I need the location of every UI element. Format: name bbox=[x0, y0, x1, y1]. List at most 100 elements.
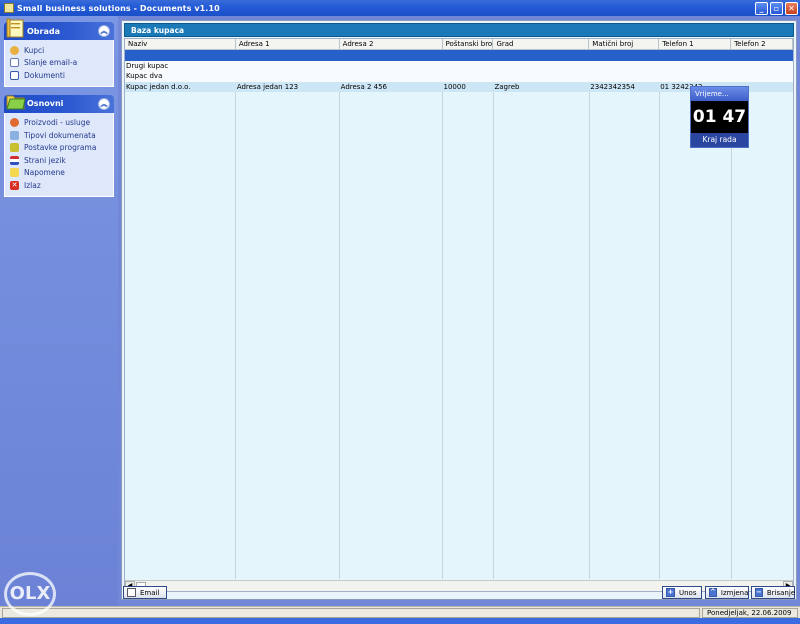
group-label: Osnovni bbox=[27, 99, 64, 108]
maximize-button[interactable]: ▫ bbox=[770, 1, 783, 15]
column-header[interactable]: Adresa 2 bbox=[340, 39, 443, 49]
sidebar-item-postavke-programa[interactable]: Postavke programa bbox=[10, 142, 109, 155]
clock-time: 01 47 bbox=[691, 101, 748, 133]
table-cell bbox=[731, 50, 793, 61]
flag-icon bbox=[10, 155, 19, 165]
sidebar: Obrada ︽ Kupci Slanje email-a Dokumenti bbox=[0, 16, 118, 606]
envelope-icon bbox=[127, 588, 136, 597]
mail-icon bbox=[10, 58, 19, 68]
sidebar-item-label: Postavke programa bbox=[24, 143, 97, 153]
sidebar-item-label: Izlaz bbox=[24, 180, 41, 190]
table-cell: Kupac jedan d.o.o. bbox=[126, 82, 191, 91]
unos-button-label: Unos bbox=[679, 588, 697, 597]
person-icon bbox=[10, 45, 19, 55]
plus-icon: + bbox=[666, 588, 675, 597]
table-cell bbox=[125, 50, 236, 61]
column-header[interactable]: Matični broj bbox=[589, 39, 660, 49]
table-cell: Kupac dva bbox=[126, 72, 163, 80]
minus-icon: − bbox=[755, 588, 763, 597]
column-header[interactable]: Adresa 1 bbox=[236, 39, 340, 49]
document-icon bbox=[10, 70, 19, 80]
watermark-logo: OLX bbox=[4, 572, 56, 616]
sidebar-item-strani-jezik[interactable]: Strani jezik bbox=[10, 154, 109, 167]
sidebar-item-slanje-email[interactable]: Slanje email-a bbox=[10, 57, 109, 70]
collapse-icon[interactable]: ︽ bbox=[98, 25, 110, 37]
note-icon bbox=[10, 168, 19, 178]
status-bar: Ponedjeljak, 22.06.2009 bbox=[0, 606, 800, 618]
table-row[interactable]: Drugi kupac bbox=[125, 60, 793, 72]
close-button[interactable]: ✕ bbox=[785, 1, 798, 15]
table-cell bbox=[493, 61, 589, 72]
brisanje-button-label: Brisanje bbox=[766, 588, 796, 597]
product-icon bbox=[10, 118, 19, 128]
table-row[interactable]: Kupac dva bbox=[125, 71, 793, 82]
grid-header: Naziv Adresa 1 Adresa 2 Poštanski broj G… bbox=[125, 39, 793, 50]
group-osnovni: Osnovni ︽ Proizvodi - usluge Tipovi doku… bbox=[4, 94, 114, 197]
table-cell bbox=[731, 71, 793, 82]
table-cell: 2342342354 bbox=[590, 82, 635, 91]
group-header-osnovni[interactable]: Osnovni ︽ bbox=[4, 94, 114, 113]
clock-title: Vrijeme... bbox=[691, 87, 748, 101]
table-cell bbox=[236, 61, 340, 72]
table-cell: Zagreb bbox=[494, 82, 520, 91]
sidebar-item-label: Dokumenti bbox=[24, 70, 65, 80]
clock-widget: Vrijeme... 01 47 Kraj rada bbox=[690, 86, 749, 148]
taskbar bbox=[0, 618, 800, 624]
collapse-icon[interactable]: ︽ bbox=[98, 97, 110, 110]
table-cell bbox=[493, 50, 589, 61]
sidebar-item-proizvodi[interactable]: Proizvodi - usluge bbox=[10, 117, 109, 130]
table-cell bbox=[589, 71, 659, 82]
unos-button[interactable]: + Unos bbox=[662, 586, 702, 599]
column-header[interactable]: Telefon 1 bbox=[659, 39, 732, 49]
table-cell: Adresa jedan 123 bbox=[236, 82, 299, 91]
table-cell bbox=[731, 61, 793, 72]
sidebar-item-label: Tipovi dokumenata bbox=[24, 130, 96, 140]
sidebar-item-label: Proizvodi - usluge bbox=[24, 118, 91, 128]
doc-type-icon bbox=[10, 130, 19, 140]
table-cell bbox=[236, 50, 340, 61]
sidebar-item-dokumenti[interactable]: Dokumenti bbox=[10, 69, 109, 82]
sidebar-item-label: Kupci bbox=[24, 45, 45, 55]
table-cell bbox=[589, 61, 659, 72]
status-date: Ponedjeljak, 22.06.2009 bbox=[702, 608, 798, 618]
table-cell bbox=[236, 71, 340, 82]
sidebar-item-label: Napomene bbox=[24, 168, 65, 178]
bottom-toolbar: Email + Unos ^ Izmjena − Brisanje bbox=[121, 585, 797, 601]
end-work-button[interactable]: Kraj rada bbox=[691, 133, 748, 147]
email-button[interactable]: Email bbox=[123, 586, 167, 599]
exit-icon: ✕ bbox=[10, 180, 19, 190]
table-row[interactable] bbox=[125, 50, 793, 61]
table-cell bbox=[659, 50, 731, 61]
minimize-button[interactable]: _ bbox=[755, 1, 768, 15]
title-bar[interactable]: Small business solutions - Documents v1.… bbox=[0, 0, 800, 16]
group-body-osnovni: Proizvodi - usluge Tipovi dokumenata Pos… bbox=[4, 112, 114, 197]
column-header[interactable]: Telefon 2 bbox=[731, 39, 793, 49]
table-cell: 10000 bbox=[443, 82, 466, 91]
group-body-obrada: Kupci Slanje email-a Dokumenti bbox=[4, 40, 114, 87]
edit-icon: ^ bbox=[709, 588, 717, 597]
izmjena-button[interactable]: ^ Izmjena bbox=[705, 586, 749, 599]
group-label: Obrada bbox=[27, 26, 60, 36]
table-cell bbox=[340, 50, 443, 61]
table-cell bbox=[340, 71, 443, 82]
settings-icon bbox=[10, 143, 19, 153]
table-cell bbox=[443, 71, 494, 82]
table-cell bbox=[589, 50, 659, 61]
column-header[interactable]: Naziv bbox=[125, 39, 236, 49]
status-cell-empty bbox=[2, 608, 700, 618]
table-cell bbox=[659, 61, 731, 72]
group-header-obrada[interactable]: Obrada ︽ bbox=[4, 18, 114, 40]
sidebar-item-kupci[interactable]: Kupci bbox=[10, 44, 109, 57]
table-cell bbox=[340, 61, 443, 72]
table-cell bbox=[493, 71, 589, 82]
table-cell bbox=[659, 71, 731, 82]
sidebar-item-izlaz[interactable]: ✕ Izlaz bbox=[10, 179, 109, 192]
brisanje-button[interactable]: − Brisanje bbox=[751, 586, 795, 599]
column-header[interactable]: Grad bbox=[493, 39, 590, 49]
column-header[interactable]: Poštanski broj bbox=[443, 39, 494, 49]
window-title: Small business solutions - Documents v1.… bbox=[17, 3, 220, 13]
sidebar-item-napomene[interactable]: Napomene bbox=[10, 167, 109, 180]
table-cell: Adresa 2 456 bbox=[340, 82, 388, 91]
sidebar-item-label: Slanje email-a bbox=[24, 58, 78, 68]
sidebar-item-tipovi-dokumenata[interactable]: Tipovi dokumenata bbox=[10, 129, 109, 142]
